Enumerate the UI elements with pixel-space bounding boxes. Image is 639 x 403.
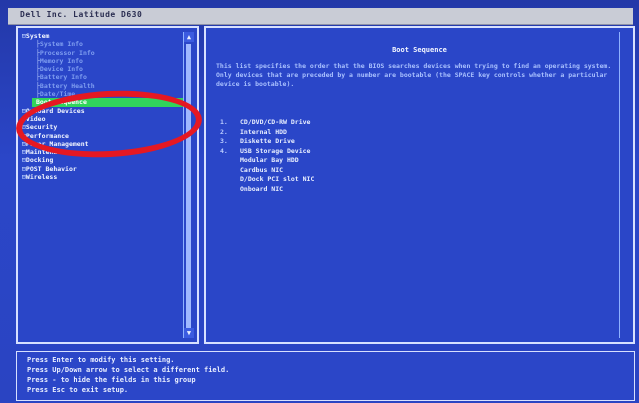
left-menu-panel: ⊟System ├System Info ├Processor Info ├Memor…	[16, 26, 199, 344]
boot-device-label: Internal HDD	[240, 127, 287, 136]
tree-item-label: Wireless	[25, 173, 58, 182]
tree-item-label: Processor Info	[39, 48, 95, 57]
help-line: Press Enter to modify this setting.	[27, 356, 175, 364]
details-description: This list specifies the order that the B…	[216, 62, 612, 88]
boot-device-label: USB Storage Device	[240, 146, 311, 155]
tree-category[interactable]: ⊟Video	[22, 115, 186, 123]
boot-device-label: Modular Bay HDD	[240, 156, 299, 164]
tree-category[interactable]: ⊟Onboard Devices	[22, 107, 186, 115]
right-scrollbar[interactable]	[619, 32, 630, 338]
boot-device-item[interactable]: 3. Diskette Drive	[220, 137, 390, 147]
boot-device-label: D/Dock PCI slot NIC	[240, 175, 315, 183]
tree-item-selected[interactable]: Boot Sequence	[32, 98, 186, 107]
tree-item-label: Battery Health	[39, 81, 95, 90]
scroll-up-icon[interactable]: ▲	[184, 32, 194, 42]
tree-category[interactable]: ⊟Performance	[22, 132, 186, 140]
tree-category[interactable]: ⊟POST Behavior	[22, 165, 186, 173]
tree-item-label: Docking	[25, 156, 54, 165]
tree-category[interactable]: ⊟Wireless	[22, 173, 186, 181]
boot-device-item[interactable]: 1. CD/DVD/CD-RW Drive	[220, 118, 390, 128]
boot-device-number: 3.	[220, 137, 228, 145]
help-line: Press - to hide the fields in this group	[27, 376, 196, 384]
tree-item-label: Power Management	[25, 139, 89, 148]
tree-item[interactable]: ├Processor Info	[22, 49, 186, 57]
tree-item-label: POST Behavior	[25, 164, 77, 173]
tree-item-label: Onboard Devices	[25, 106, 85, 115]
boot-device-label: Diskette Drive	[240, 137, 295, 145]
left-scrollbar[interactable]: ▲ ▼	[183, 32, 194, 338]
details-panel: Boot Sequence This list specifies the or…	[204, 26, 635, 344]
tree-item-label: Device Info	[39, 65, 83, 74]
tree-item-label: System	[25, 32, 50, 40]
tree-item[interactable]: ├Battery Health	[22, 82, 186, 90]
tree-item-label: Security	[25, 123, 58, 132]
tree-item-label: Maintenance	[25, 148, 69, 157]
boot-device-item[interactable]: Onboard NIC	[220, 185, 390, 195]
boot-device-item[interactable]: D/Dock PCI slot NIC	[220, 175, 390, 185]
bios-screen: Dell Inc. Latitude D630 ⊟System ├System I…	[0, 0, 639, 403]
tree-item-label: System Info	[39, 40, 83, 49]
tree-item[interactable]: ├Date/Time	[22, 90, 186, 98]
boot-device-item[interactable]: Modular Bay HDD	[220, 156, 390, 166]
tree-item-label: Video	[25, 114, 46, 123]
boot-device-label: Onboard NIC	[240, 184, 284, 193]
tree-item[interactable]: ├System Info	[22, 40, 186, 48]
tree-item[interactable]: ├Battery Info	[22, 73, 186, 81]
tree-category[interactable]: ⊟Docking	[22, 156, 186, 164]
boot-order-list: 1. CD/DVD/CD-RW Drive 2. Internal HDD 3. Disk…	[220, 118, 390, 194]
boot-device-item[interactable]: 4. USB Storage Device	[220, 147, 390, 157]
help-line: Press Up/Down arrow to select a differen…	[27, 366, 230, 374]
boot-device-item[interactable]: Cardbus NIC	[220, 166, 390, 176]
boot-device-label: CD/DVD/CD-RW Drive	[240, 118, 311, 126]
title-bar: Dell Inc. Latitude D630	[8, 8, 633, 25]
boot-device-number: 2.	[220, 127, 228, 136]
boot-device-number: 4.	[220, 146, 228, 155]
help-bar: Press Enter to modify this setting. Press…	[16, 351, 635, 401]
help-line: Press Esc to exit setup.	[27, 386, 129, 394]
tree-category[interactable]: ⊟Maintenance	[22, 148, 186, 156]
boot-device-label: Cardbus NIC	[240, 165, 284, 174]
tree-item-label: Memory Info	[39, 56, 83, 65]
tree-item-label: Boot Sequence	[36, 98, 87, 107]
tree-item-label: Performance	[25, 131, 69, 140]
window-title: Dell Inc. Latitude D630	[20, 10, 143, 19]
boot-device-item[interactable]: 2. Internal HDD	[220, 128, 390, 138]
tree-item-label: Battery Info	[39, 73, 87, 82]
settings-tree: ⊟System ├System Info ├Processor Info ├Memor…	[22, 32, 186, 181]
tree-item-label: Date/Time	[39, 90, 76, 99]
tree-item[interactable]: ├Memory Info	[22, 57, 186, 65]
boot-device-number: 1.	[220, 118, 228, 126]
left-scroll-thumb[interactable]	[186, 44, 191, 334]
scroll-down-icon[interactable]: ▼	[184, 328, 194, 338]
tree-category[interactable]: ⊟Security	[22, 123, 186, 131]
details-heading: Boot Sequence	[392, 46, 447, 54]
tree-category[interactable]: ⊟Power Management	[22, 140, 186, 148]
